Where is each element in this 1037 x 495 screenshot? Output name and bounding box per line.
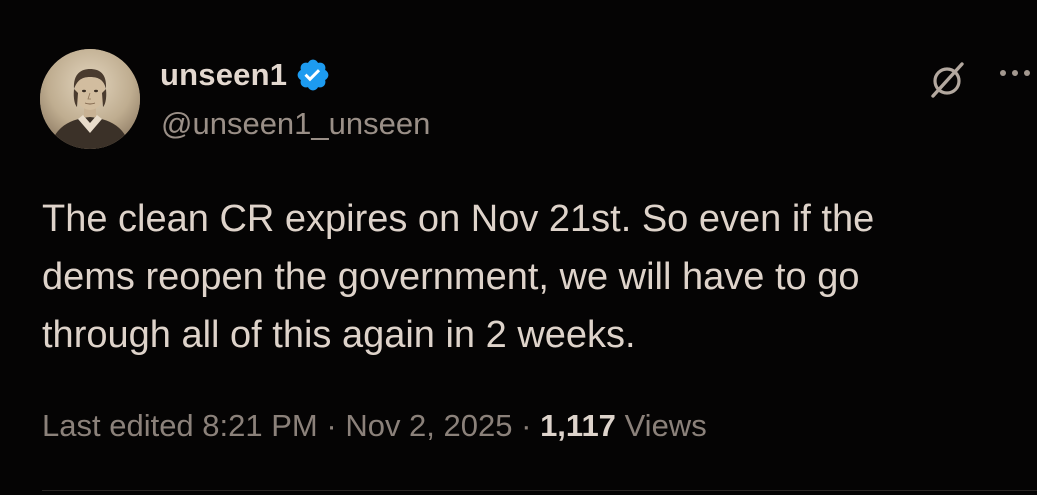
- tweet-meta: Last edited 8:21 PM · Nov 2, 2025 · 1,11…: [42, 408, 707, 444]
- meta-separator: ·: [521, 408, 532, 443]
- edited-timestamp[interactable]: Last edited 8:21 PM: [42, 408, 318, 443]
- meta-separator: ·: [326, 408, 337, 443]
- tweet-date[interactable]: Nov 2, 2025: [345, 408, 512, 443]
- tweet-text: The clean CR expires on Nov 21st. So eve…: [42, 198, 875, 356]
- verified-badge-icon[interactable]: [295, 57, 331, 93]
- grok-icon[interactable]: [924, 57, 970, 103]
- display-name-row[interactable]: unseen1: [160, 57, 331, 93]
- display-name[interactable]: unseen1: [160, 57, 287, 93]
- user-handle[interactable]: @unseen1_unseen: [161, 106, 430, 142]
- views-label[interactable]: Views: [625, 408, 707, 443]
- more-options-icon[interactable]: [995, 63, 1037, 83]
- tweet-card: unseen1 @unseen1_unseen The clean CR exp…: [0, 0, 1037, 495]
- divider: [42, 490, 1037, 491]
- views-count[interactable]: 1,117: [540, 408, 616, 443]
- avatar-portrait-image: [40, 49, 140, 149]
- avatar[interactable]: [40, 49, 140, 149]
